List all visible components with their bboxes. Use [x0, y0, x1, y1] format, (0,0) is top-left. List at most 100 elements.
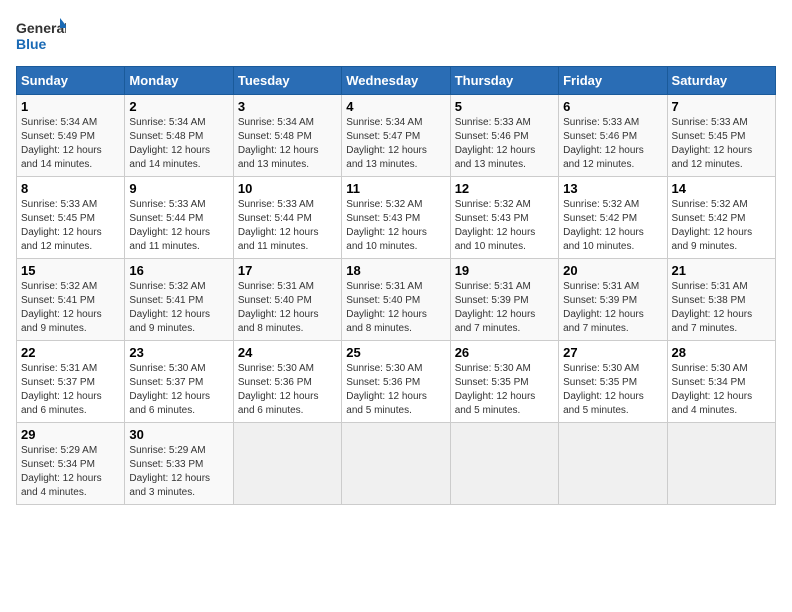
calendar-cell: 8Sunrise: 5:33 AMSunset: 5:45 PMDaylight…	[17, 177, 125, 259]
day-detail: Sunrise: 5:30 AMSunset: 5:35 PMDaylight:…	[455, 362, 554, 418]
calendar-week-4: 22 Sunrise: 5:31 AMSunset: 5:37 PMDayligh…	[17, 341, 776, 423]
calendar-cell: 7 Sunrise: 5:33 AMSunset: 5:45 PMDaylight…	[667, 95, 775, 177]
day-number: 8	[21, 181, 120, 196]
day-number: 20	[563, 263, 662, 278]
day-detail: Sunrise: 5:33 AMSunset: 5:46 PMDaylight:…	[563, 116, 662, 172]
day-detail: Sunrise: 5:29 AMSunset: 5:34 PMDaylight:…	[21, 444, 120, 500]
day-number: 3	[238, 99, 337, 114]
day-detail: Sunrise: 5:30 AMSunset: 5:36 PMDaylight:…	[346, 362, 445, 418]
header-friday: Friday	[559, 67, 667, 95]
day-number: 18	[346, 263, 445, 278]
day-number: 27	[563, 345, 662, 360]
day-number: 19	[455, 263, 554, 278]
calendar-week-5: 29Sunrise: 5:29 AMSunset: 5:34 PMDayligh…	[17, 423, 776, 505]
calendar-cell	[450, 423, 558, 505]
day-detail: Sunrise: 5:31 AMSunset: 5:39 PMDaylight:…	[455, 280, 554, 336]
day-number: 22	[21, 345, 120, 360]
calendar-cell: 13 Sunrise: 5:32 AMSunset: 5:42 PMDayligh…	[559, 177, 667, 259]
day-number: 24	[238, 345, 337, 360]
calendar-cell: 4Sunrise: 5:34 AMSunset: 5:47 PMDaylight…	[342, 95, 450, 177]
calendar-week-3: 15 Sunrise: 5:32 AMSunset: 5:41 PMDayligh…	[17, 259, 776, 341]
header-thursday: Thursday	[450, 67, 558, 95]
calendar-header-row: SundayMondayTuesdayWednesdayThursdayFrid…	[17, 67, 776, 95]
header-tuesday: Tuesday	[233, 67, 341, 95]
calendar-cell: 18 Sunrise: 5:31 AMSunset: 5:40 PMDayligh…	[342, 259, 450, 341]
day-detail: Sunrise: 5:29 AMSunset: 5:33 PMDaylight:…	[129, 444, 228, 500]
calendar-cell: 24 Sunrise: 5:30 AMSunset: 5:36 PMDayligh…	[233, 341, 341, 423]
calendar-cell: 15 Sunrise: 5:32 AMSunset: 5:41 PMDayligh…	[17, 259, 125, 341]
day-number: 5	[455, 99, 554, 114]
day-number: 17	[238, 263, 337, 278]
day-detail: Sunrise: 5:30 AMSunset: 5:35 PMDaylight:…	[563, 362, 662, 418]
day-detail: Sunrise: 5:31 AMSunset: 5:40 PMDaylight:…	[346, 280, 445, 336]
day-detail: Sunrise: 5:32 AMSunset: 5:42 PMDaylight:…	[563, 198, 662, 254]
day-number: 13	[563, 181, 662, 196]
page-header: General Blue	[16, 16, 776, 56]
calendar-cell: 30 Sunrise: 5:29 AMSunset: 5:33 PMDayligh…	[125, 423, 233, 505]
day-number: 16	[129, 263, 228, 278]
calendar-cell: 23Sunrise: 5:30 AMSunset: 5:37 PMDayligh…	[125, 341, 233, 423]
day-detail: Sunrise: 5:32 AMSunset: 5:42 PMDaylight:…	[672, 198, 771, 254]
day-detail: Sunrise: 5:31 AMSunset: 5:40 PMDaylight:…	[238, 280, 337, 336]
day-number: 14	[672, 181, 771, 196]
header-sunday: Sunday	[17, 67, 125, 95]
calendar-cell: 21 Sunrise: 5:31 AMSunset: 5:38 PMDayligh…	[667, 259, 775, 341]
calendar-week-2: 8Sunrise: 5:33 AMSunset: 5:45 PMDaylight…	[17, 177, 776, 259]
day-detail: Sunrise: 5:32 AMSunset: 5:41 PMDaylight:…	[21, 280, 120, 336]
day-detail: Sunrise: 5:30 AMSunset: 5:34 PMDaylight:…	[672, 362, 771, 418]
calendar-cell	[559, 423, 667, 505]
day-number: 12	[455, 181, 554, 196]
day-number: 7	[672, 99, 771, 114]
day-number: 23	[129, 345, 228, 360]
calendar-cell: 2 Sunrise: 5:34 AMSunset: 5:48 PMDaylight…	[125, 95, 233, 177]
day-number: 6	[563, 99, 662, 114]
calendar-cell: 19 Sunrise: 5:31 AMSunset: 5:39 PMDayligh…	[450, 259, 558, 341]
header-monday: Monday	[125, 67, 233, 95]
day-number: 15	[21, 263, 120, 278]
calendar-cell: 1Sunrise: 5:34 AMSunset: 5:49 PMDaylight…	[17, 95, 125, 177]
calendar-cell: 25 Sunrise: 5:30 AMSunset: 5:36 PMDayligh…	[342, 341, 450, 423]
calendar-cell: 27 Sunrise: 5:30 AMSunset: 5:35 PMDayligh…	[559, 341, 667, 423]
calendar-cell	[667, 423, 775, 505]
day-detail: Sunrise: 5:31 AMSunset: 5:37 PMDaylight:…	[21, 362, 120, 418]
day-number: 30	[129, 427, 228, 442]
day-detail: Sunrise: 5:34 AMSunset: 5:48 PMDaylight:…	[238, 116, 337, 172]
day-detail: Sunrise: 5:33 AMSunset: 5:44 PMDaylight:…	[129, 198, 228, 254]
calendar-cell: 10 Sunrise: 5:33 AMSunset: 5:44 PMDayligh…	[233, 177, 341, 259]
svg-text:Blue: Blue	[16, 36, 47, 52]
header-saturday: Saturday	[667, 67, 775, 95]
day-number: 10	[238, 181, 337, 196]
day-detail: Sunrise: 5:34 AMSunset: 5:48 PMDaylight:…	[129, 116, 228, 172]
day-detail: Sunrise: 5:30 AMSunset: 5:36 PMDaylight:…	[238, 362, 337, 418]
day-detail: Sunrise: 5:31 AMSunset: 5:38 PMDaylight:…	[672, 280, 771, 336]
logo: General Blue	[16, 16, 66, 56]
day-detail: Sunrise: 5:32 AMSunset: 5:41 PMDaylight:…	[129, 280, 228, 336]
calendar-cell: 17 Sunrise: 5:31 AMSunset: 5:40 PMDayligh…	[233, 259, 341, 341]
day-number: 11	[346, 181, 445, 196]
day-detail: Sunrise: 5:34 AMSunset: 5:49 PMDaylight:…	[21, 116, 120, 172]
calendar-cell: 26 Sunrise: 5:30 AMSunset: 5:35 PMDayligh…	[450, 341, 558, 423]
day-number: 26	[455, 345, 554, 360]
day-detail: Sunrise: 5:33 AMSunset: 5:44 PMDaylight:…	[238, 198, 337, 254]
day-detail: Sunrise: 5:31 AMSunset: 5:39 PMDaylight:…	[563, 280, 662, 336]
calendar-week-1: 1Sunrise: 5:34 AMSunset: 5:49 PMDaylight…	[17, 95, 776, 177]
day-number: 9	[129, 181, 228, 196]
calendar-cell: 3 Sunrise: 5:34 AMSunset: 5:48 PMDaylight…	[233, 95, 341, 177]
logo-svg: General Blue	[16, 16, 66, 56]
svg-text:General: General	[16, 20, 66, 36]
day-number: 2	[129, 99, 228, 114]
calendar-cell: 29Sunrise: 5:29 AMSunset: 5:34 PMDayligh…	[17, 423, 125, 505]
calendar-cell: 16 Sunrise: 5:32 AMSunset: 5:41 PMDayligh…	[125, 259, 233, 341]
calendar-cell: 12Sunrise: 5:32 AMSunset: 5:43 PMDayligh…	[450, 177, 558, 259]
day-detail: Sunrise: 5:34 AMSunset: 5:47 PMDaylight:…	[346, 116, 445, 172]
calendar-cell: 11Sunrise: 5:32 AMSunset: 5:43 PMDayligh…	[342, 177, 450, 259]
calendar-cell: 20 Sunrise: 5:31 AMSunset: 5:39 PMDayligh…	[559, 259, 667, 341]
day-number: 25	[346, 345, 445, 360]
calendar-cell: 14 Sunrise: 5:32 AMSunset: 5:42 PMDayligh…	[667, 177, 775, 259]
calendar-cell	[342, 423, 450, 505]
day-number: 21	[672, 263, 771, 278]
header-wednesday: Wednesday	[342, 67, 450, 95]
day-number: 28	[672, 345, 771, 360]
calendar-cell: 6 Sunrise: 5:33 AMSunset: 5:46 PMDaylight…	[559, 95, 667, 177]
day-detail: Sunrise: 5:33 AMSunset: 5:45 PMDaylight:…	[672, 116, 771, 172]
